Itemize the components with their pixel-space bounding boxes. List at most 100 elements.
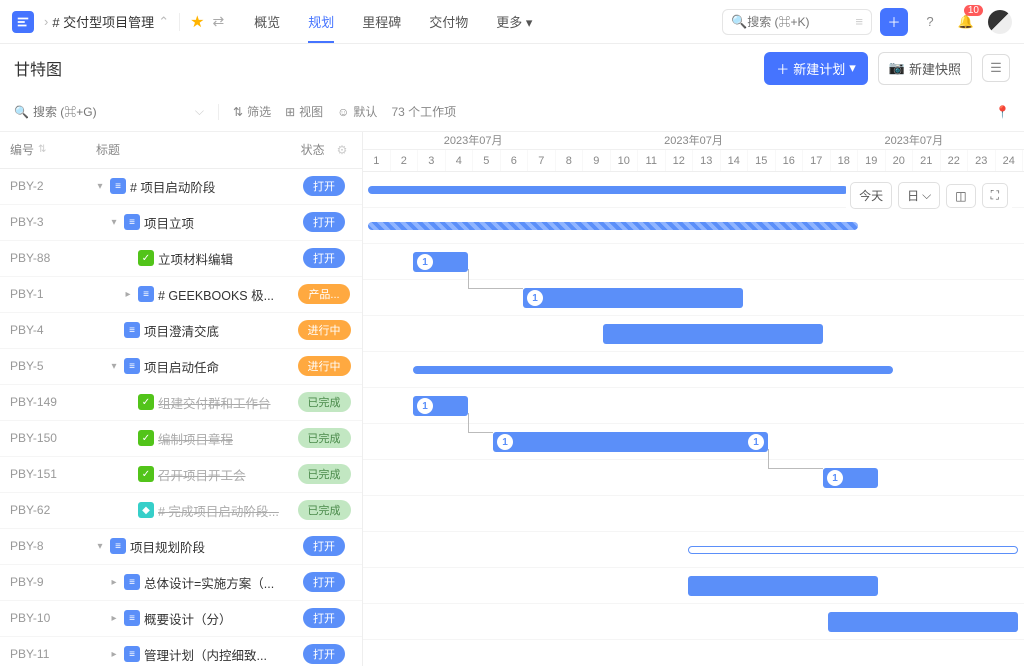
expand-icon[interactable]: ▾ — [108, 217, 120, 228]
expand-icon[interactable]: ▸ — [122, 289, 134, 300]
expand-icon[interactable]: ▸ — [108, 577, 120, 588]
gear-icon[interactable]: ⚙ — [337, 143, 348, 157]
table-row[interactable]: PBY-150 ✓编制项目章程 已完成 — [0, 421, 362, 457]
table-row[interactable]: PBY-11 ▸≡管理计划（内控细致... 打开 — [0, 637, 362, 666]
gantt-bar[interactable] — [413, 366, 893, 374]
table-row[interactable]: PBY-149 ✓组建交付群和工作台 已完成 — [0, 385, 362, 421]
status-badge[interactable]: 打开 — [303, 644, 345, 664]
global-search[interactable]: 🔍 ≡ — [722, 9, 872, 35]
plus-icon: ＋ — [776, 59, 789, 78]
table-row[interactable]: PBY-2 ▾≡# 项目启动阶段 打开 — [0, 169, 362, 205]
status-badge[interactable]: 已完成 — [298, 392, 351, 412]
bar-count: 1 — [417, 254, 433, 270]
gantt-row — [363, 352, 1024, 388]
today-button[interactable]: 今天 — [850, 182, 892, 209]
col-status-header[interactable]: 状态⚙ — [286, 141, 362, 158]
status-badge[interactable]: 进行中 — [298, 320, 351, 340]
gantt-bar[interactable]: 11 — [493, 432, 768, 452]
task-search[interactable]: 🔍⌵ — [14, 104, 204, 119]
row-id: PBY-1 — [0, 287, 90, 301]
day-header: 1 — [363, 150, 391, 171]
col-title-header[interactable]: 标题 — [90, 141, 286, 158]
tab-2[interactable]: 里程碑 — [362, 0, 401, 43]
status-badge[interactable]: 已完成 — [298, 464, 351, 484]
notification-icon[interactable]: 🔔10 — [952, 8, 980, 36]
table-row[interactable]: PBY-10 ▸≡概要设计（分） 打开 — [0, 601, 362, 637]
status-badge[interactable]: 已完成 — [298, 428, 351, 448]
status-badge[interactable]: 打开 — [303, 212, 345, 232]
expand-icon[interactable]: ▾ — [108, 361, 120, 372]
gantt-bar[interactable] — [828, 612, 1018, 632]
gantt-bar[interactable]: 1 — [413, 252, 468, 272]
filter-bars-icon[interactable]: ≡ — [855, 14, 863, 29]
gantt-bar[interactable] — [603, 324, 823, 344]
table-row[interactable]: PBY-88 ✓立项材料编辑 打开 — [0, 241, 362, 277]
add-button[interactable]: ＋ — [880, 8, 908, 36]
day-scale-button[interactable]: 日 ⌵ — [898, 182, 940, 209]
gantt-bar[interactable] — [368, 222, 858, 230]
chevron-down-icon[interactable]: ⌵ — [195, 104, 204, 119]
table-row[interactable]: PBY-5 ▾≡项目启动任命 进行中 — [0, 349, 362, 385]
tab-1[interactable]: 规划 — [308, 0, 334, 43]
tab-4[interactable]: 更多 ▾ — [496, 0, 532, 43]
bar-count: 1 — [827, 470, 843, 486]
dependency-line — [768, 449, 823, 469]
status-badge[interactable]: 打开 — [303, 608, 345, 628]
day-header: 3 — [418, 150, 446, 171]
gantt-bar[interactable] — [688, 576, 878, 596]
table-row[interactable]: PBY-151 ✓召开项目开工会 已完成 — [0, 457, 362, 493]
status-badge[interactable]: 打开 — [303, 572, 345, 592]
search-icon: 🔍 — [731, 14, 747, 30]
fullscreen-icon[interactable]: ⛶ — [982, 183, 1008, 208]
status-badge[interactable]: 打开 — [303, 536, 345, 556]
expand-icon[interactable]: ▾ — [94, 541, 106, 552]
row-id: PBY-9 — [0, 575, 90, 589]
gantt-bar[interactable]: 1 — [413, 396, 468, 416]
project-dropdown-icon[interactable]: ⌃ — [158, 14, 169, 30]
row-title: # 完成项目启动阶段... — [158, 501, 279, 520]
filter-button[interactable]: ⇅筛选 — [233, 103, 271, 120]
avatar[interactable] — [988, 10, 1012, 34]
status-badge[interactable]: 打开 — [303, 248, 345, 268]
gantt-bar[interactable] — [368, 186, 848, 194]
task-type-icon: ✓ — [138, 250, 154, 266]
day-header: 22 — [941, 150, 969, 171]
expand-icon[interactable]: ▸ — [108, 649, 120, 660]
tab-0[interactable]: 概览 — [254, 0, 280, 43]
project-name[interactable]: # 交付型项目管理 — [52, 12, 154, 31]
table-row[interactable]: PBY-8 ▾≡项目规划阶段 打开 — [0, 529, 362, 565]
gantt-bar[interactable]: 1 — [823, 468, 878, 488]
gantt-bar[interactable]: 1 — [523, 288, 743, 308]
table-row[interactable]: PBY-9 ▸≡总体设计=实施方案（... 打开 — [0, 565, 362, 601]
swap-icon[interactable]: ⇄ — [212, 13, 224, 30]
status-badge[interactable]: 产品... — [298, 284, 349, 304]
new-plan-button[interactable]: ＋新建计划▾ — [764, 52, 868, 85]
default-button[interactable]: ☺默认 — [337, 103, 377, 120]
day-header: 6 — [501, 150, 529, 171]
day-header: 15 — [748, 150, 776, 171]
table-row[interactable]: PBY-62 ◆# 完成项目启动阶段... 已完成 — [0, 493, 362, 529]
table-row[interactable]: PBY-4 ≡项目澄清交底 进行中 — [0, 313, 362, 349]
expand-icon[interactable]: ▾ — [94, 181, 106, 192]
row-title: 召开项目开工会 — [158, 465, 246, 484]
status-badge[interactable]: 打开 — [303, 176, 345, 196]
location-icon[interactable]: 📍 — [995, 105, 1010, 119]
table-row[interactable]: PBY-1 ▸≡# GEEKBOOKS 极... 产品... — [0, 277, 362, 313]
star-icon[interactable]: ★ — [190, 12, 204, 32]
split-icon[interactable]: ◫ — [946, 184, 975, 208]
col-id-header[interactable]: 编号⇅ — [0, 141, 90, 158]
tab-3[interactable]: 交付物 — [429, 0, 468, 43]
search-icon: 🔍 — [14, 105, 29, 119]
help-icon[interactable]: ? — [916, 8, 944, 36]
row-id: PBY-5 — [0, 359, 90, 373]
list-settings-icon[interactable]: ☰ — [982, 54, 1010, 82]
table-row[interactable]: PBY-3 ▾≡项目立项 打开 — [0, 205, 362, 241]
status-badge[interactable]: 已完成 — [298, 500, 351, 520]
new-snapshot-button[interactable]: 📷新建快照 — [878, 52, 972, 85]
gantt-bar[interactable] — [688, 546, 1018, 554]
row-title: 项目启动任命 — [144, 357, 219, 376]
search-input[interactable] — [747, 15, 855, 29]
expand-icon[interactable]: ▸ — [108, 613, 120, 624]
status-badge[interactable]: 进行中 — [298, 356, 351, 376]
view-button[interactable]: ⊞视图 — [285, 103, 323, 120]
